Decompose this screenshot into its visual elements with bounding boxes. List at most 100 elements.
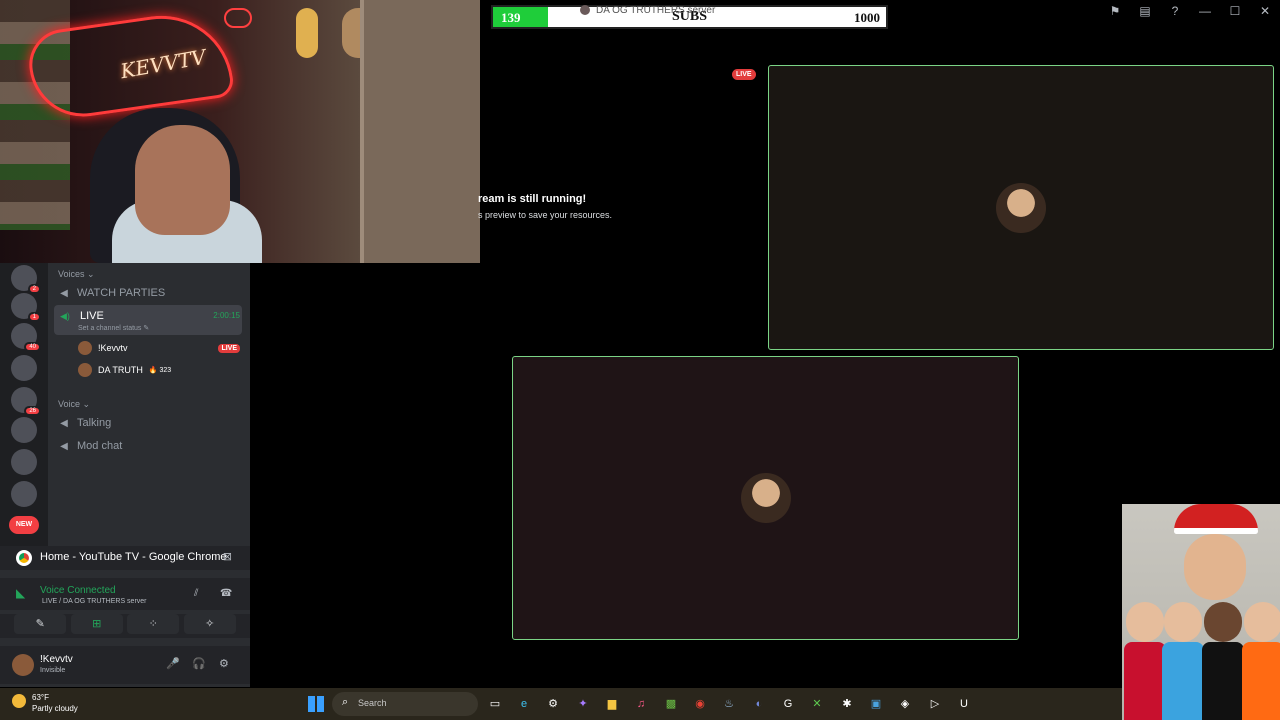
santa-hat xyxy=(1174,504,1258,534)
server-icon[interactable]: 2 xyxy=(11,265,41,294)
participant-avatar xyxy=(996,182,1046,233)
music-icon[interactable]: ♫ xyxy=(632,695,650,713)
avatar xyxy=(78,363,92,377)
child xyxy=(1126,602,1164,642)
child xyxy=(1244,602,1280,642)
search-icon: ⌕ xyxy=(342,696,349,708)
microphone-icon[interactable]: 🎤 xyxy=(166,657,180,670)
door xyxy=(360,0,480,263)
weather-temp: 63°F xyxy=(32,693,49,702)
close-icon[interactable]: ✕ xyxy=(1250,4,1280,18)
app4-icon[interactable]: ▷ xyxy=(926,695,944,713)
channel-watch-parties[interactable]: ◀ WATCH PARTIES xyxy=(58,287,165,299)
taskbar: 63°F Partly cloudy ⌕ Search ▭ e ⚙ ✦ ▆ ♫ … xyxy=(0,688,1122,720)
streamer xyxy=(135,125,230,235)
channel-mod-chat[interactable]: ◀ Mod chat xyxy=(58,440,122,452)
server-icon[interactable] xyxy=(11,355,37,381)
xbox-icon[interactable]: ✕ xyxy=(808,695,826,713)
voice-member[interactable]: DA TRUTH 🔥 323 xyxy=(78,363,242,377)
screen-share-source[interactable]: Home - YouTube TV - Google Chrome ⊠ xyxy=(0,546,250,570)
minecraft-icon[interactable]: ▩ xyxy=(662,695,680,713)
server-icon[interactable] xyxy=(11,449,37,475)
search-placeholder: Search xyxy=(358,698,387,708)
neon-cloud-decoration xyxy=(224,8,252,28)
weather-condition: Partly cloudy xyxy=(32,704,78,713)
server-icon[interactable] xyxy=(11,417,37,443)
edge-icon[interactable]: e xyxy=(515,695,533,713)
jersey xyxy=(1242,642,1280,720)
noise-suppression-icon[interactable]: ⫽ xyxy=(194,588,198,599)
discord-icon[interactable]: ◐ xyxy=(750,695,768,713)
steam-icon[interactable]: ♨ xyxy=(720,695,738,713)
partly-cloudy-icon xyxy=(12,694,26,708)
camera-off-button[interactable]: ✎ xyxy=(14,614,67,634)
server-icon[interactable]: 26 xyxy=(11,387,41,416)
avatar xyxy=(78,341,92,355)
server-icon[interactable] xyxy=(11,481,37,507)
voice-location[interactable]: LIVE / DA OG TRUTHERS server xyxy=(42,598,147,605)
taskbar-search[interactable]: ⌕ Search xyxy=(332,692,478,716)
unread-badge: 26 xyxy=(24,406,41,416)
member-flair: 🔥 323 xyxy=(148,367,172,374)
task-view-icon[interactable]: ▭ xyxy=(486,695,504,713)
figurine xyxy=(296,8,318,58)
voice-status[interactable]: Voice Connected xyxy=(40,585,116,596)
help-icon[interactable]: ? xyxy=(1160,4,1190,18)
minimize-icon[interactable]: — xyxy=(1190,4,1220,18)
speaker-icon: ◀ xyxy=(60,440,68,452)
jersey xyxy=(1124,642,1166,720)
server-icon[interactable]: 40 xyxy=(11,323,41,352)
unreal-icon[interactable]: U xyxy=(955,695,973,713)
child xyxy=(1204,602,1242,642)
stop-share-icon[interactable]: ⊠ xyxy=(223,550,232,563)
activities-button[interactable]: ⁘ xyxy=(127,614,180,634)
channel-live[interactable]: ◀) LIVE Set a channel status ✎ 2:00:15 xyxy=(54,305,242,335)
screen-share-button[interactable]: ⊞ xyxy=(70,614,123,634)
member-name: !Kevvtv xyxy=(98,343,128,353)
disconnect-icon[interactable]: ☎ xyxy=(220,588,232,599)
video-tile-user[interactable] xyxy=(768,65,1274,350)
maximize-icon[interactable]: ☐ xyxy=(1220,4,1250,18)
voice-active-icon: ◀) xyxy=(60,311,70,321)
inbox-icon[interactable]: ▤ xyxy=(1130,4,1160,18)
webcam-overlay: KEVVTV xyxy=(0,0,480,263)
jersey xyxy=(1202,642,1244,720)
photos-icon[interactable]: ▣ xyxy=(867,695,885,713)
server-name: DA OG TRUTHERS server xyxy=(596,5,716,16)
headphones-icon[interactable]: 🎧 xyxy=(192,657,206,670)
new-server-badge[interactable]: NEW xyxy=(9,516,39,534)
app-icon[interactable]: G xyxy=(779,695,797,713)
channel-status[interactable]: Set a channel status ✎ xyxy=(78,324,149,332)
stream-notice-title: ream is still running! xyxy=(478,193,587,205)
unread-badge: 40 xyxy=(24,342,41,352)
flag-icon[interactable]: ⚑ xyxy=(1100,4,1130,18)
settings-icon[interactable]: ⚙ xyxy=(544,695,562,713)
category-voice[interactable]: Voice ⌄ xyxy=(58,399,90,410)
voice-actions: ✎ ⊞ ⁘ ✧ xyxy=(0,614,250,638)
avatar[interactable] xyxy=(12,654,34,676)
speaker-icon: ◀ xyxy=(60,417,68,429)
voice-member[interactable]: !Kevvtv LIVE xyxy=(78,341,242,355)
person-face xyxy=(1184,534,1246,600)
username[interactable]: !Kevvtv xyxy=(40,654,73,665)
server-list: 2 1 40 26 NEW xyxy=(0,263,48,546)
app3-icon[interactable]: ◈ xyxy=(896,695,914,713)
chrome-icon[interactable]: ◉ xyxy=(691,695,709,713)
server-icon[interactable]: 1 xyxy=(11,293,41,322)
windows-start-icon[interactable] xyxy=(308,696,324,712)
unread-badge: 2 xyxy=(27,284,41,294)
channel-talking[interactable]: ◀ Talking xyxy=(58,417,111,429)
video-tile-user-2[interactable] xyxy=(512,356,1019,640)
participant-avatar xyxy=(740,473,791,523)
stream-notice: ream is still running! s preview to save… xyxy=(478,193,612,220)
channel-label: Talking xyxy=(77,417,112,429)
category-voices[interactable]: Voices ⌄ xyxy=(58,269,95,280)
copilot-icon[interactable]: ✦ xyxy=(574,695,592,713)
share-source-title: Home - YouTube TV - Google Chrome xyxy=(40,551,227,563)
server-icon xyxy=(580,5,590,16)
soundboard-button[interactable]: ✧ xyxy=(183,614,236,634)
app2-icon[interactable]: ✱ xyxy=(838,695,856,713)
sub-goal-target: 1000 xyxy=(854,10,880,25)
settings-icon[interactable]: ⚙ xyxy=(219,657,229,670)
files-icon[interactable]: ▆ xyxy=(603,695,621,713)
